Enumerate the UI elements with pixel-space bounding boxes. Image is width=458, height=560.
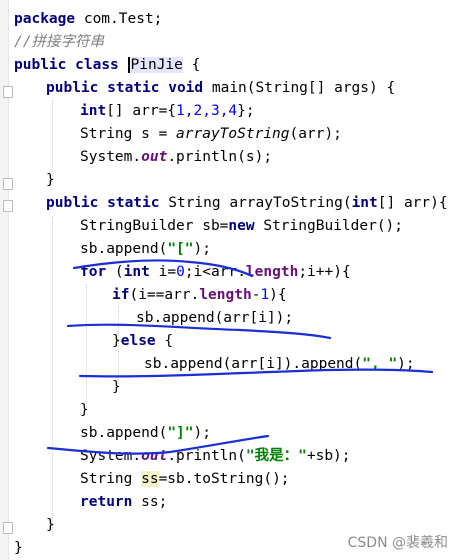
annotation-stroke-2 [66, 323, 332, 340]
annotation-stroke-4 [46, 434, 270, 455]
watermark: CSDN @裴羲和 [347, 535, 448, 551]
annotation-stroke-3 [78, 368, 434, 378]
annotation-stroke-1 [72, 259, 254, 278]
code-editor[interactable]: package com.Test; //拼接字符串 public class P… [0, 0, 458, 560]
annotation-strokes [46, 259, 434, 455]
